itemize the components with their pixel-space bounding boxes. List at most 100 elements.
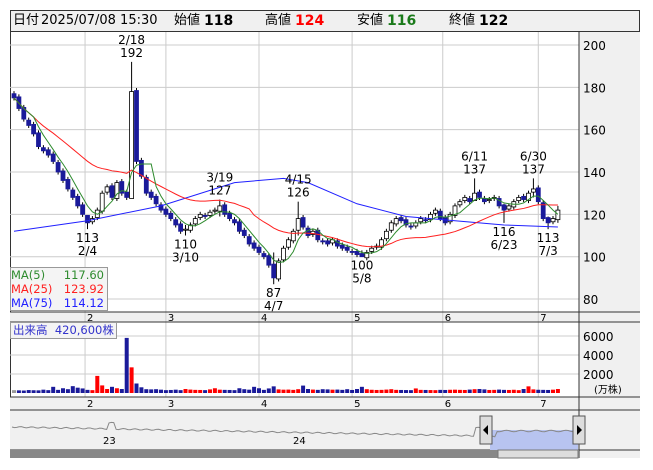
candle xyxy=(555,209,561,221)
candle xyxy=(60,170,66,181)
candle xyxy=(227,212,233,219)
volume-bar xyxy=(134,383,139,393)
stock-chart[interactable]: 200 180 160 140 120 100 80 6000 4000 2000(万株) 2 23 3… xyxy=(0,0,653,470)
y-tick-label: 120 xyxy=(583,208,606,222)
candle xyxy=(354,251,360,255)
candle xyxy=(178,223,184,232)
candle xyxy=(134,90,139,162)
candle xyxy=(535,187,541,203)
volume-unit: (万株) xyxy=(594,383,622,396)
volume-bar xyxy=(531,389,536,393)
annotation-date: 6/30 xyxy=(520,149,547,163)
ma25-value: 123.92 xyxy=(63,282,104,296)
volume-bar xyxy=(335,389,340,393)
candle xyxy=(432,209,438,214)
volume-bar xyxy=(359,386,364,393)
volume-bar xyxy=(555,389,560,393)
candle xyxy=(222,204,228,215)
volume-bar xyxy=(374,389,379,393)
volume-bar xyxy=(129,367,134,393)
candle xyxy=(251,242,257,249)
legend-ma75: MA(75) 114.12 xyxy=(11,296,107,310)
volume-bar xyxy=(46,390,51,393)
open-label: 始値 xyxy=(174,13,201,28)
volume-bar xyxy=(408,390,413,393)
annotation-date: 5/8 xyxy=(352,272,371,286)
volume-label: 出来高 420,600株 xyxy=(10,322,117,339)
month-label: 5 xyxy=(354,399,360,410)
date-label: 日付 xyxy=(13,13,40,28)
volume-bar xyxy=(443,389,448,393)
volume-bar xyxy=(75,387,80,393)
volume-bar xyxy=(100,385,105,393)
candle xyxy=(168,212,174,219)
annotation-value: 116 xyxy=(493,225,516,239)
candle xyxy=(246,236,252,245)
candle xyxy=(202,215,208,217)
candle xyxy=(153,195,159,205)
volume-bar xyxy=(227,389,232,393)
volume-bar xyxy=(551,389,555,393)
candle xyxy=(320,240,326,243)
annotation-value: 192 xyxy=(120,46,143,60)
high-value: 124 xyxy=(295,13,325,29)
candle xyxy=(45,149,51,156)
legend-ma25: MA(25) 123.92 xyxy=(11,282,107,296)
volume-bar xyxy=(286,389,291,393)
open-value: 118 xyxy=(204,13,234,29)
volume-bar xyxy=(110,386,114,393)
volume-bar xyxy=(208,389,212,393)
volume-bar xyxy=(90,390,95,393)
candle xyxy=(344,246,350,251)
month-label: 7 xyxy=(540,399,546,410)
candle xyxy=(173,219,179,226)
candle xyxy=(457,201,463,206)
annotation-date: 7/3 xyxy=(538,244,557,258)
volume-bar xyxy=(448,389,453,393)
volume-bar xyxy=(237,388,242,393)
volume-bar xyxy=(36,390,41,393)
volume-bar xyxy=(26,390,31,393)
volume-bar xyxy=(384,389,389,393)
month-label: 6 xyxy=(445,399,451,410)
candle xyxy=(138,159,144,177)
candle xyxy=(305,227,311,236)
volume-bar xyxy=(16,390,21,393)
volume-bar xyxy=(257,388,261,393)
ma5-label: MA(5) xyxy=(11,268,46,282)
volume-bar xyxy=(497,389,502,393)
close-label: 終値 xyxy=(449,13,476,28)
candle xyxy=(325,240,331,245)
candle xyxy=(50,153,56,162)
volume-bar xyxy=(212,388,217,393)
y-tick-label: 180 xyxy=(583,81,606,95)
y-tick-label: 160 xyxy=(583,124,606,138)
candle xyxy=(85,215,90,224)
volume-bar xyxy=(418,389,423,393)
annotation-value: 137 xyxy=(522,162,545,176)
volume-bar xyxy=(12,390,16,393)
annotation-date: 3/10 xyxy=(172,251,199,265)
volume-bar xyxy=(467,389,472,393)
volume-bar xyxy=(247,389,252,393)
volume-bar xyxy=(433,390,438,393)
annotation-date: 4/7 xyxy=(264,299,283,313)
candle xyxy=(80,204,85,215)
volume-bar xyxy=(144,389,149,393)
navigator-label: 23 xyxy=(103,436,116,447)
volume-bar xyxy=(320,389,325,393)
scrollbar-thumb[interactable] xyxy=(497,449,579,459)
volume-bar xyxy=(296,389,301,393)
candle xyxy=(31,123,37,135)
volume-bar xyxy=(506,389,511,393)
volume-bar xyxy=(217,389,222,393)
volume-bar xyxy=(306,389,310,393)
volume-bar xyxy=(315,389,320,393)
volume-bar xyxy=(271,386,276,393)
volume-bar xyxy=(252,386,257,393)
volume-title: 出来高 xyxy=(13,323,48,337)
y-tick-label: 100 xyxy=(583,251,606,265)
candle xyxy=(236,221,242,232)
annotation-value: 113 xyxy=(76,231,99,245)
month-label: 3 xyxy=(168,399,174,410)
